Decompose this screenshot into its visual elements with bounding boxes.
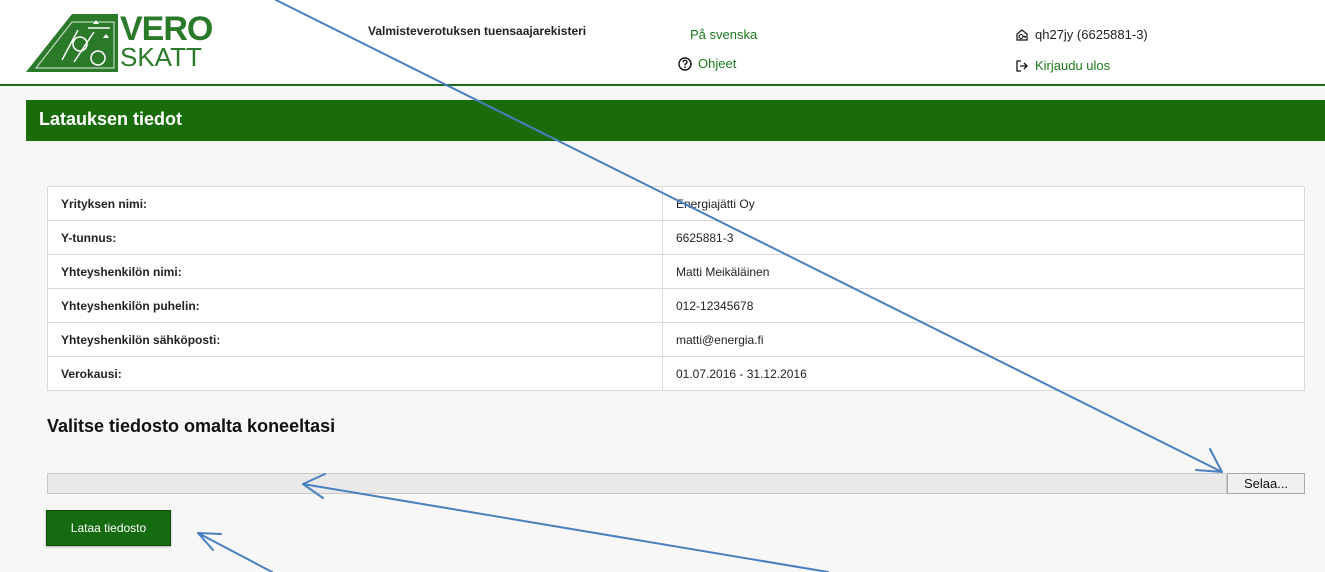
- vero-emblem-icon: [26, 14, 118, 72]
- row-label: Yrityksen nimi:: [47, 186, 663, 221]
- logo-text-skatt: SKATT: [120, 42, 202, 72]
- help-link[interactable]: Ohjeet: [678, 56, 736, 71]
- row-label: Yhteyshenkilön sähköposti:: [47, 322, 663, 357]
- logout-link[interactable]: Kirjaudu ulos: [1015, 58, 1110, 73]
- row-value: 01.07.2016 - 31.12.2016: [662, 356, 1305, 391]
- row-label: Verokausi:: [47, 356, 663, 391]
- row-label: Y-tunnus:: [47, 220, 663, 255]
- row-label: Yhteyshenkilön nimi:: [47, 254, 663, 289]
- upload-info-table: Yrityksen nimi: Energiajätti Oy Y-tunnus…: [47, 186, 1305, 391]
- app-title: Valmisteverotuksen tuensaajarekisteri: [368, 24, 587, 38]
- table-row: Yhteyshenkilön sähköposti: matti@energia…: [47, 322, 1305, 357]
- row-label: Yhteyshenkilön puhelin:: [47, 288, 663, 323]
- row-value: Energiajätti Oy: [662, 186, 1305, 221]
- annotation-arrow-to-upload-button: [197, 532, 273, 572]
- upload-button[interactable]: Lataa tiedosto: [46, 510, 171, 546]
- table-row: Y-tunnus: 6625881-3: [47, 220, 1305, 255]
- logout-icon: [1016, 59, 1028, 72]
- help-link-label: Ohjeet: [698, 56, 737, 71]
- file-path-field[interactable]: [47, 473, 1227, 494]
- site-header: VERO SKATT Valmisteverotuksen tuensaajar…: [0, 0, 1325, 86]
- table-row: Yhteyshenkilön nimi: Matti Meikäläinen: [47, 254, 1305, 289]
- user-info: qh27jy (6625881-3): [1015, 27, 1148, 42]
- help-circle-icon: [678, 56, 692, 71]
- page-title: Latauksen tiedot: [39, 109, 183, 129]
- logout-label: Kirjaudu ulos: [1035, 58, 1111, 73]
- browse-button[interactable]: Selaa...: [1227, 473, 1305, 494]
- vero-logo[interactable]: VERO SKATT: [26, 10, 213, 72]
- row-value: 012-12345678: [662, 288, 1305, 323]
- row-value: matti@energia.fi: [662, 322, 1305, 357]
- file-section-title: Valitse tiedosto omalta koneeltasi: [47, 416, 336, 436]
- user-id: qh27jy (6625881-3): [1035, 27, 1148, 42]
- row-value: 6625881-3: [662, 220, 1305, 255]
- table-row: Yrityksen nimi: Energiajätti Oy: [47, 186, 1305, 221]
- table-row: Verokausi: 01.07.2016 - 31.12.2016: [47, 356, 1305, 391]
- logo-text-vero: VERO: [120, 10, 213, 48]
- row-value: Matti Meikäläinen: [662, 254, 1305, 289]
- page-title-bar: Latauksen tiedot: [26, 100, 1325, 141]
- user-key-icon: [1016, 28, 1028, 41]
- table-row: Yhteyshenkilön puhelin: 012-12345678: [47, 288, 1305, 323]
- language-link[interactable]: På svenska: [690, 27, 757, 42]
